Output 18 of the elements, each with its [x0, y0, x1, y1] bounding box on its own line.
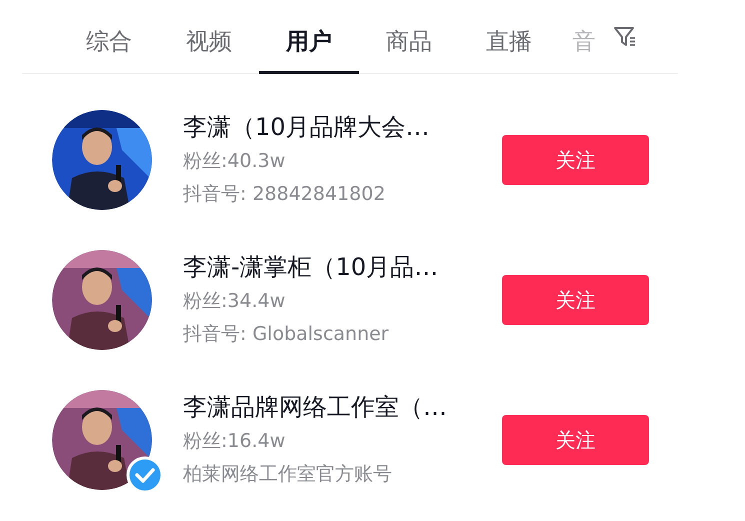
follow-button[interactable]: 关注 [502, 275, 649, 325]
tab[interactable]: 综合 [59, 26, 159, 74]
tab[interactable]: 视频 [159, 26, 259, 74]
user-detail: 抖音号: Globalscanner [183, 322, 390, 347]
tab[interactable]: 商品 [359, 26, 459, 74]
tab[interactable]: 用户 [259, 26, 359, 74]
user-name: 李潇品牌网络工作室（… [183, 392, 448, 423]
follow-button[interactable]: 关注 [502, 135, 649, 185]
follower-count: 粉丝:40.3w [183, 149, 286, 174]
follow-button[interactable]: 关注 [502, 415, 649, 465]
user-name: 李潇-潇掌柜（10月品… [183, 252, 440, 283]
follower-count: 粉丝:16.4w [183, 429, 286, 454]
filter-icon[interactable] [613, 25, 637, 49]
user-name: 李潇（10月品牌大会… [183, 112, 431, 143]
tab[interactable]: 直播 [459, 26, 559, 74]
user-detail: 柏莱网络工作室官方账号 [183, 462, 393, 487]
follower-count: 粉丝:34.4w [183, 289, 286, 314]
user-detail: 抖音号: 28842841802 [183, 182, 386, 207]
